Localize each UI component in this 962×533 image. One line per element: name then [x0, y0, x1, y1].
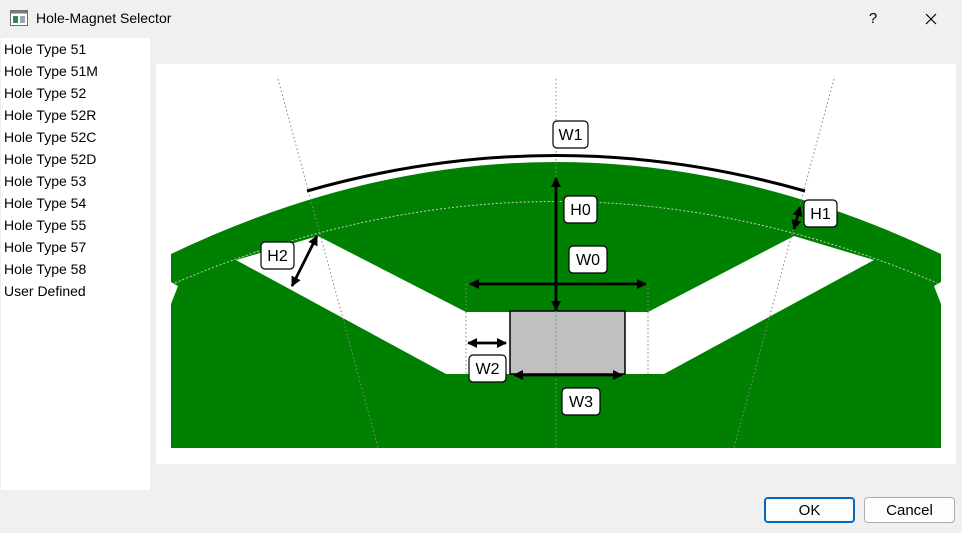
hole-type-item[interactable]: Hole Type 57: [1, 236, 150, 258]
svg-text:H1: H1: [810, 206, 831, 223]
label-h2: H2: [260, 241, 295, 270]
svg-text:W0: W0: [576, 252, 600, 269]
hole-type-item[interactable]: Hole Type 51: [1, 38, 150, 60]
hole-type-item[interactable]: Hole Type 53: [1, 170, 150, 192]
title-bar: Hole-Magnet Selector ?: [0, 0, 962, 38]
label-h1: H1: [803, 199, 838, 228]
hole-type-item[interactable]: Hole Type 52R: [1, 104, 150, 126]
svg-text:H0: H0: [570, 202, 591, 219]
hole-type-item[interactable]: User Defined: [1, 280, 150, 302]
svg-text:W3: W3: [569, 394, 593, 411]
hole-type-list[interactable]: Hole Type 51 Hole Type 51M Hole Type 52 Hol…: [1, 38, 150, 490]
hole-type-item[interactable]: Hole Type 54: [1, 192, 150, 214]
hole-type-item[interactable]: Hole Type 52D: [1, 148, 150, 170]
label-w1: W1: [552, 120, 589, 149]
label-w0: W0: [568, 245, 608, 274]
hole-type-item[interactable]: Hole Type 55: [1, 214, 150, 236]
window-app-icon: [10, 10, 28, 26]
svg-text:W1: W1: [559, 127, 583, 144]
hole-diagram: W1 H0 W0 H1 H2 W2 W3: [171, 78, 941, 449]
magnet-block: [509, 310, 626, 375]
svg-text:H2: H2: [267, 248, 288, 265]
window-title: Hole-Magnet Selector: [36, 10, 172, 26]
hole-type-item[interactable]: Hole Type 52: [1, 82, 150, 104]
ok-button[interactable]: OK: [764, 497, 855, 523]
hole-diagram-panel: W1 H0 W0 H1 H2 W2 W3: [156, 64, 956, 464]
label-w3: W3: [561, 387, 601, 416]
cancel-button[interactable]: Cancel: [864, 497, 955, 523]
label-h0: H0: [563, 195, 598, 224]
close-button[interactable]: [914, 4, 948, 34]
close-icon: [925, 13, 937, 25]
label-w2: W2: [468, 354, 507, 383]
hole-type-item[interactable]: Hole Type 51M: [1, 60, 150, 82]
help-button[interactable]: ?: [858, 4, 888, 34]
svg-text:W2: W2: [476, 361, 500, 378]
hole-type-item[interactable]: Hole Type 52C: [1, 126, 150, 148]
hole-type-item[interactable]: Hole Type 58: [1, 258, 150, 280]
